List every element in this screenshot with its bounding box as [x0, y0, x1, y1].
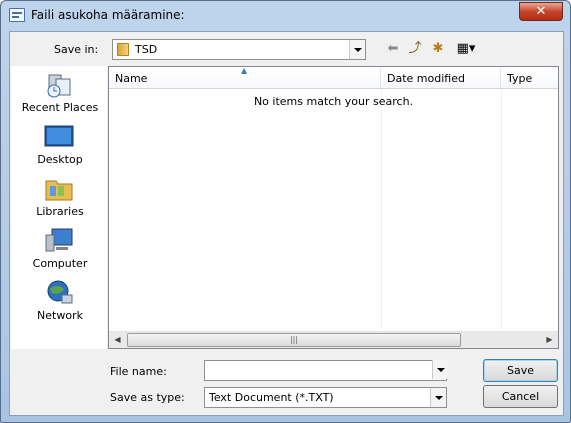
column-divider [381, 89, 382, 330]
chevron-down-icon[interactable] [349, 40, 365, 59]
back-icon[interactable]: ⬅ [384, 40, 402, 58]
column-label: Date modified [387, 72, 465, 85]
file-name-field[interactable] [204, 360, 448, 381]
computer-icon [44, 227, 74, 255]
place-label: Network [37, 309, 83, 322]
file-name-label: File name: [110, 365, 167, 378]
place-computer[interactable]: Computer [12, 225, 108, 275]
title-bar[interactable]: Faili asukoha määramine: ✕ [1, 1, 570, 29]
new-folder-icon[interactable]: ✱ [429, 40, 447, 58]
scroll-left-icon[interactable]: ◀ [109, 332, 126, 348]
save-in-label: Save in: [54, 43, 99, 56]
places-bar: Recent Places Desktop Libraries Computer… [11, 66, 107, 349]
column-label: Type [507, 72, 533, 85]
window-title: Faili asukoha määramine: [31, 8, 185, 22]
network-icon [44, 279, 74, 307]
save-button[interactable]: Save [483, 359, 558, 382]
desktop-icon [44, 123, 74, 151]
cancel-button[interactable]: Cancel [483, 385, 558, 408]
column-header-type[interactable]: Type [501, 67, 558, 89]
chevron-down-icon[interactable] [432, 360, 448, 379]
recent-places-icon [44, 71, 74, 99]
save-in-combo[interactable]: TSD [112, 39, 366, 60]
place-recent-places[interactable]: Recent Places [12, 69, 108, 119]
column-label: Name [115, 72, 148, 85]
place-desktop[interactable]: Desktop [12, 121, 108, 171]
place-label: Desktop [37, 153, 83, 166]
place-label: Computer [32, 257, 88, 270]
dialog-body: Save in: TSD ⬅ ⤴ ✱ ▦▾ Recent Places Desk… [9, 31, 564, 416]
save-dialog-window: Faili asukoha määramine: ✕ Save in: TSD … [0, 0, 571, 423]
place-network[interactable]: Network [12, 277, 108, 327]
libraries-icon [44, 175, 74, 203]
folder-icon [117, 43, 129, 56]
scroll-right-icon[interactable]: ▶ [541, 332, 558, 348]
save-as-type-value: Text Document (*.TXT) [209, 391, 334, 404]
save-as-type-combo[interactable]: Text Document (*.TXT) [204, 387, 447, 408]
chevron-down-icon[interactable] [430, 388, 446, 407]
column-divider [501, 89, 502, 330]
file-list[interactable]: ▲ Name Date modified Type No items match… [108, 66, 559, 349]
dialog-icon [9, 8, 25, 22]
column-header-name[interactable]: ▲ Name [109, 66, 381, 89]
place-libraries[interactable]: Libraries [12, 173, 108, 223]
horizontal-scrollbar[interactable]: ◀ ||| ▶ [109, 331, 558, 348]
view-menu-icon[interactable]: ▦▾ [452, 40, 480, 58]
save-as-type-label: Save as type: [110, 391, 185, 404]
sort-ascending-icon: ▲ [241, 66, 248, 75]
up-folder-icon[interactable]: ⤴ [406, 40, 424, 58]
save-in-value: TSD [135, 43, 158, 56]
place-label: Recent Places [21, 101, 99, 114]
column-header-date-modified[interactable]: Date modified [381, 67, 501, 89]
empty-message: No items match your search. [253, 95, 414, 108]
place-label: Libraries [36, 205, 84, 218]
scroll-thumb[interactable]: ||| [127, 333, 461, 347]
file-name-dropdown[interactable] [431, 360, 448, 381]
close-button[interactable]: ✕ [519, 2, 563, 21]
